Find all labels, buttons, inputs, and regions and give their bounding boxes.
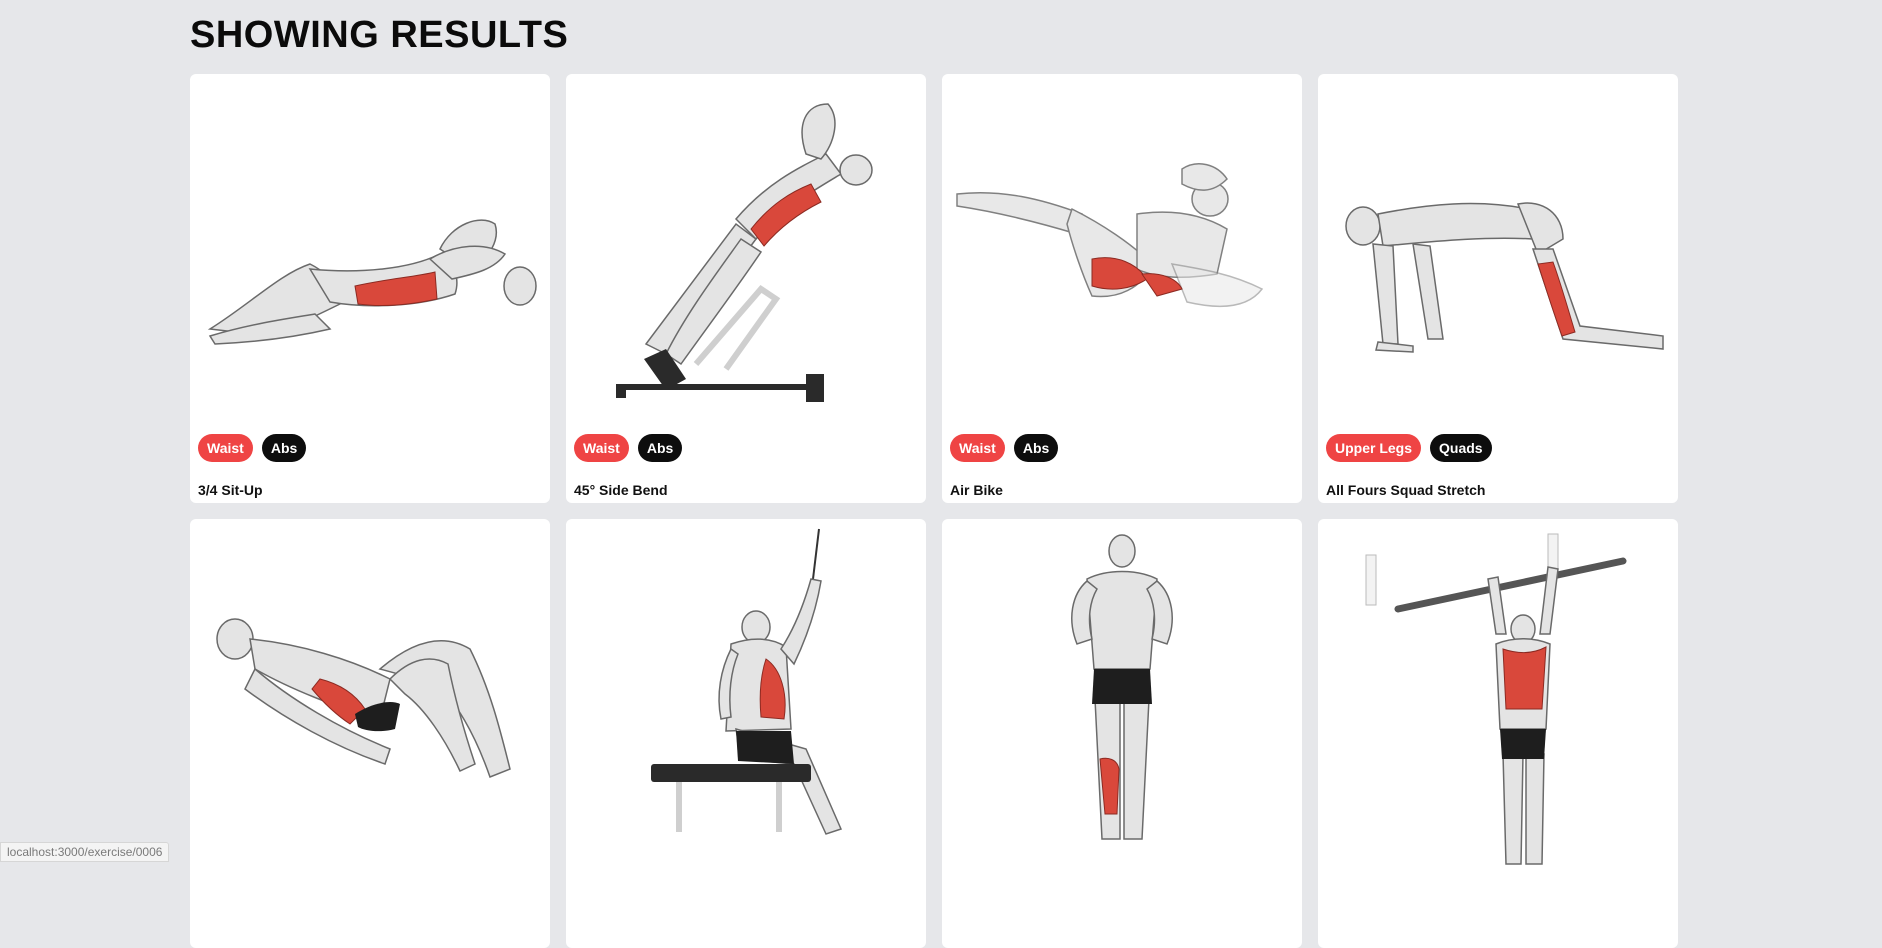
- exercise-card[interactable]: [190, 519, 550, 948]
- body-part-tag[interactable]: Waist: [950, 434, 1005, 462]
- target-muscle-tag[interactable]: Abs: [1013, 434, 1059, 462]
- target-muscle-tag[interactable]: Abs: [261, 434, 307, 462]
- standing-calf-figure: [1071, 534, 1173, 840]
- exercise-name: 3/4 Sit-Up: [198, 482, 263, 498]
- exercise-name: Air Bike: [950, 482, 1003, 498]
- exercise-card[interactable]: Upper Legs Quads All Fours Squad Stretch: [1318, 74, 1678, 503]
- air-bike-figure: [956, 163, 1264, 307]
- exercise-name: All Fours Squad Stretch: [1326, 482, 1486, 498]
- body-part-tag[interactable]: Waist: [574, 434, 629, 462]
- target-muscle-tag[interactable]: Abs: [637, 434, 683, 462]
- exercise-grid: Waist Abs 3/4 Sit-Up Waist Abs 45° Side …: [190, 74, 1678, 948]
- quad-stretch-figure: [1345, 202, 1664, 353]
- page-title: SHOWING RESULTS: [190, 14, 569, 56]
- cable-pulldown-figure: [651, 528, 843, 835]
- exercise-name: 45° Side Bend: [574, 482, 668, 498]
- exercise-card[interactable]: [942, 519, 1302, 948]
- pull-up-figure: [1365, 533, 1627, 865]
- side-bend-figure: [616, 103, 873, 402]
- body-part-tag[interactable]: Upper Legs: [1326, 434, 1422, 462]
- exercise-card[interactable]: Waist Abs 45° Side Bend: [566, 74, 926, 503]
- exercise-card[interactable]: [566, 519, 926, 948]
- reclined-crunch-figure: [216, 618, 511, 778]
- exercise-card[interactable]: Waist Abs Air Bike: [942, 74, 1302, 503]
- exercise-card[interactable]: Waist Abs 3/4 Sit-Up: [190, 74, 550, 503]
- crunch-figure: [207, 219, 537, 345]
- body-part-tag[interactable]: Waist: [198, 434, 253, 462]
- target-muscle-tag[interactable]: Quads: [1430, 434, 1492, 462]
- exercise-card[interactable]: [1318, 519, 1678, 948]
- link-preview-status: localhost:3000/exercise/0006: [0, 842, 170, 862]
